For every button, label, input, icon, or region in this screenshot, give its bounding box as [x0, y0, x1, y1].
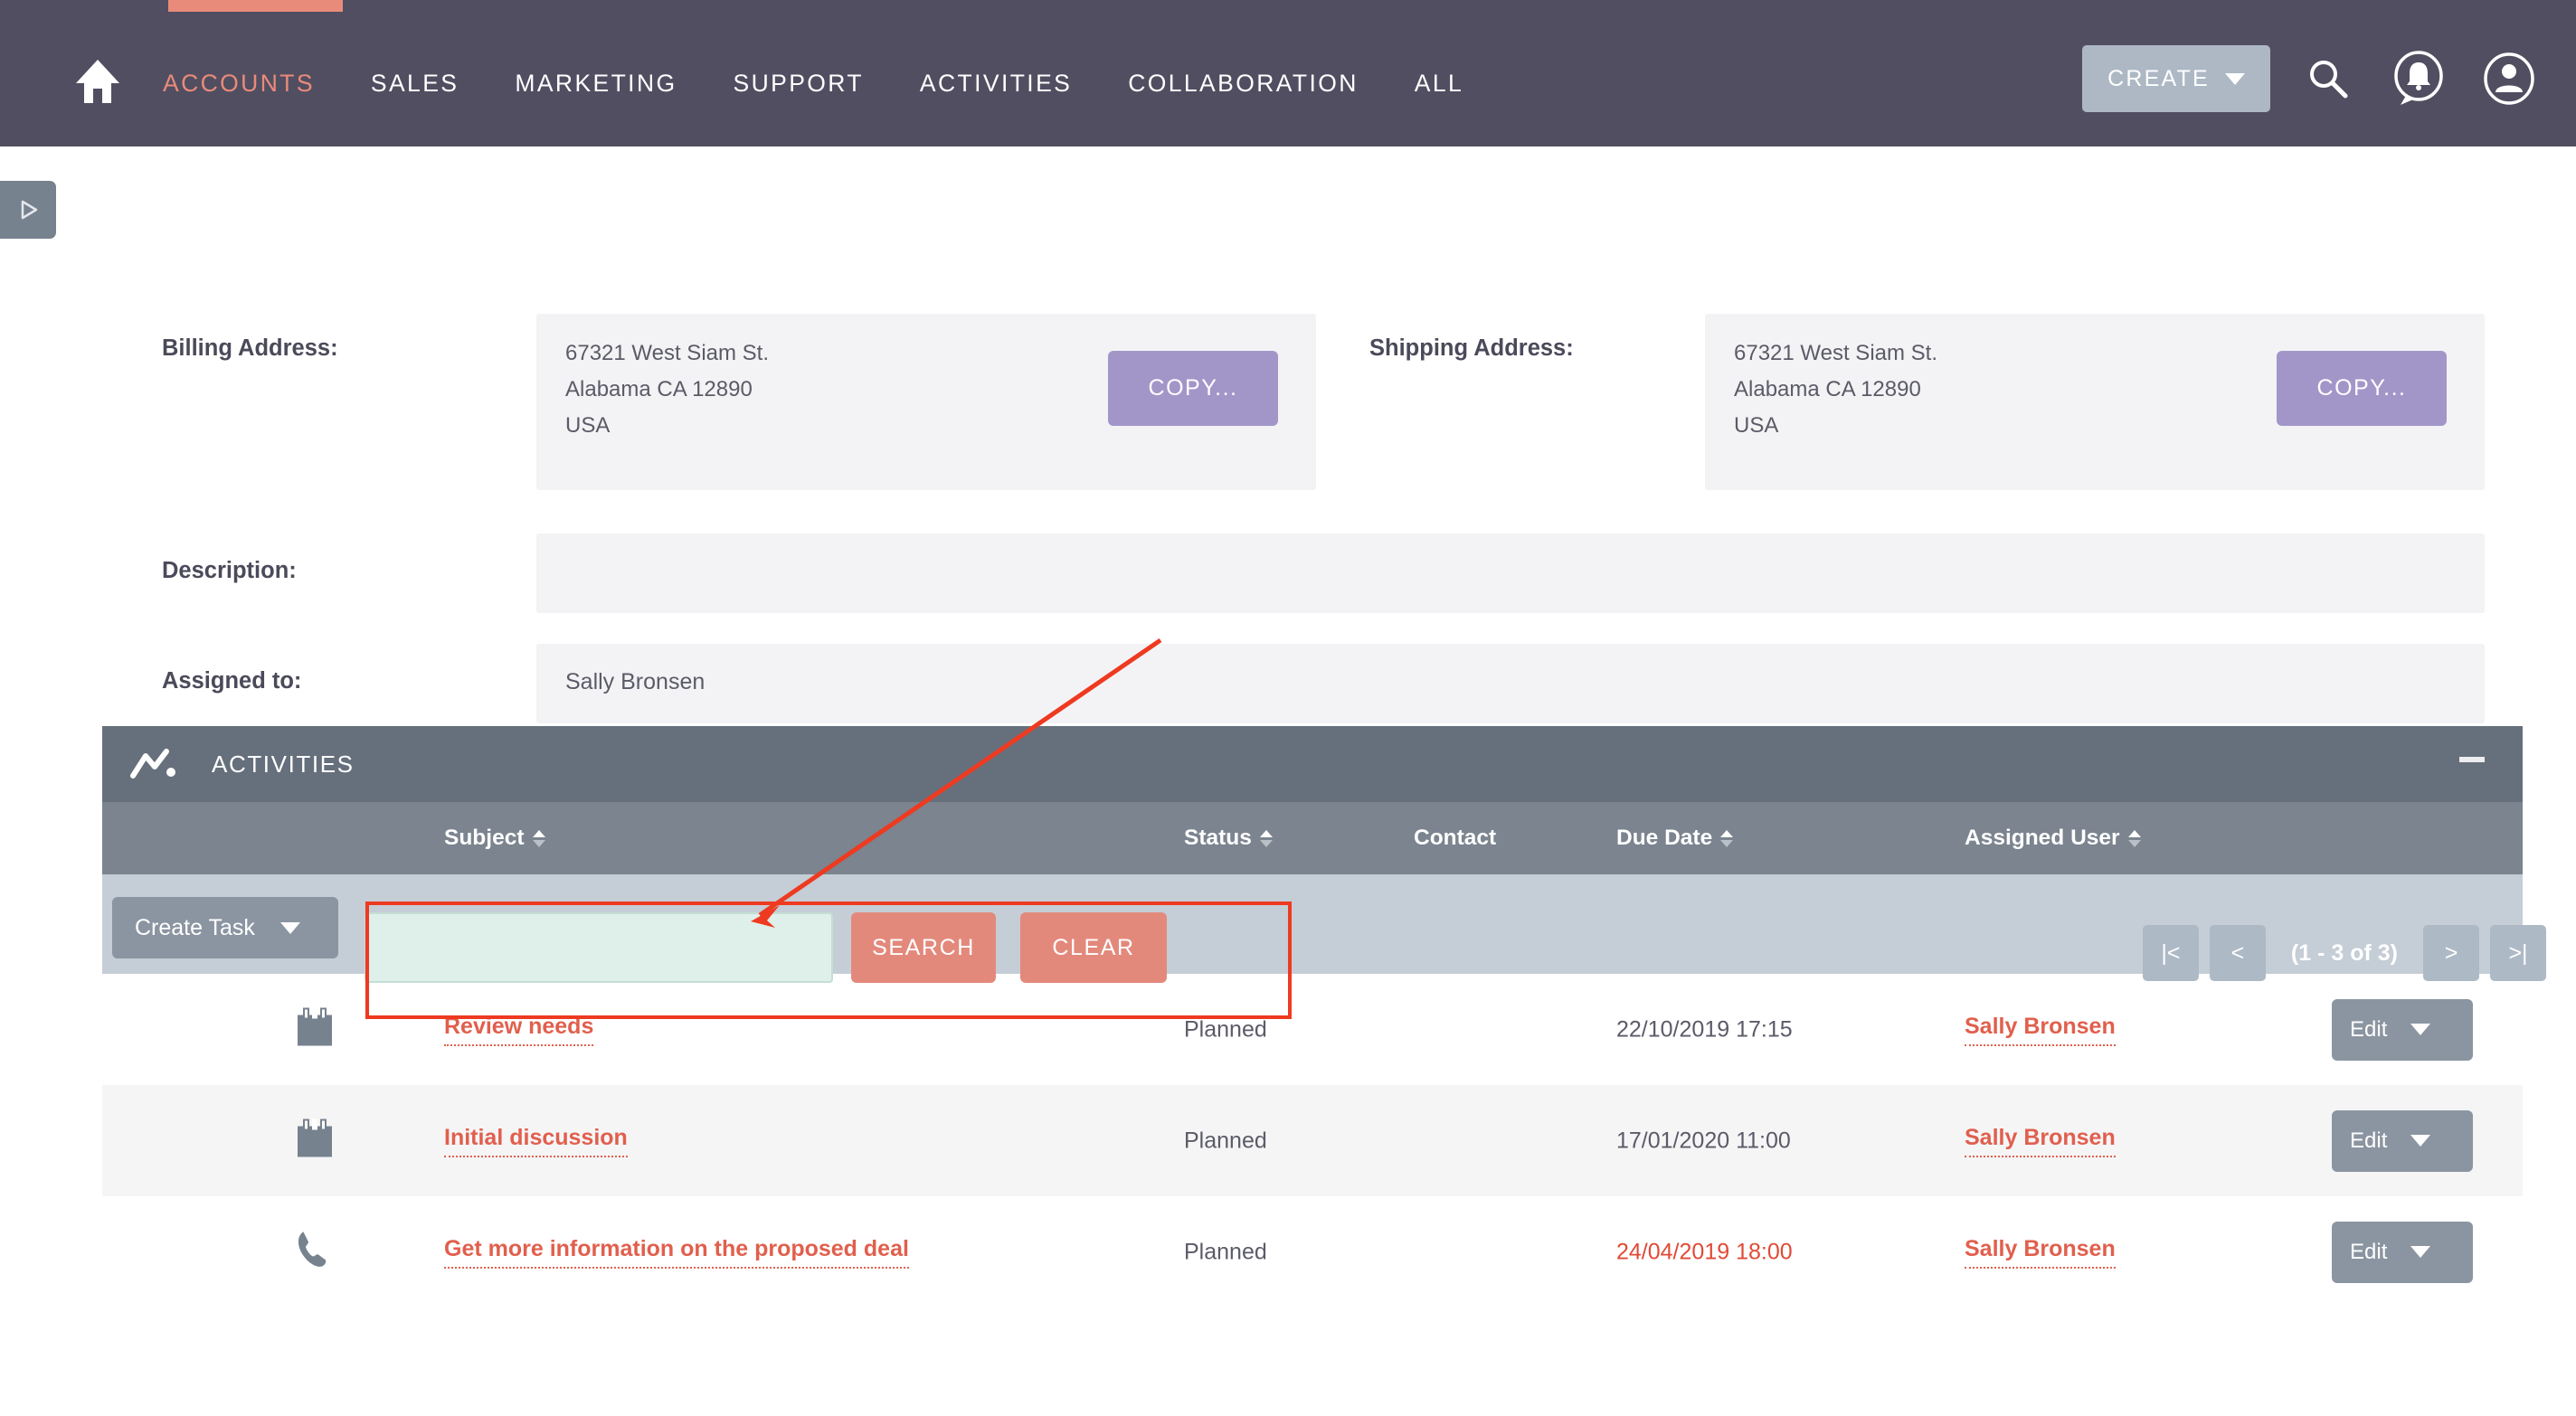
pagination-count: (1 - 3 of 3): [2290, 939, 2398, 966]
activity-assigned-user-link[interactable]: Sally Bronsen: [1965, 1125, 2116, 1157]
billing-copy-button[interactable]: COPY...: [1108, 351, 1278, 426]
chevron-down-icon: [2224, 72, 2245, 85]
activities-column-headers: Subject Status Contact Due Date Assigned…: [102, 802, 2523, 874]
table-row[interactable]: Initial discussion Planned 17/01/2020 11…: [102, 1085, 2523, 1196]
row-edit-button[interactable]: Edit: [2332, 1221, 2473, 1283]
billing-address-box: 67321 West Siam St. Alabama CA 12890 USA…: [536, 314, 1316, 490]
meeting-calendar-icon: [294, 1117, 336, 1165]
pagination-next-button[interactable]: >: [2423, 925, 2479, 981]
pagination-first-button[interactable]: |<: [2142, 925, 2199, 981]
activity-chart-icon: [130, 747, 175, 781]
column-label-due-date: Due Date: [1616, 826, 1713, 850]
chevron-down-icon: [2410, 1135, 2431, 1147]
chevron-down-icon: [2410, 1024, 2431, 1035]
sort-icon-status[interactable]: [1259, 829, 1273, 847]
activity-due-date: 22/10/2019 17:15: [1616, 1016, 1793, 1042]
create-button-label: CREATE: [2107, 65, 2210, 91]
user-account-icon[interactable]: [2477, 46, 2542, 111]
activity-status: Planned: [1184, 1239, 1267, 1264]
assigned-to-label: Assigned to:: [162, 668, 302, 694]
column-header-contact[interactable]: Contact: [1414, 826, 1496, 851]
nav-item-marketing[interactable]: MARKETING: [515, 70, 677, 98]
nav-item-support[interactable]: SUPPORT: [734, 70, 864, 98]
active-tab-indicator: [168, 0, 343, 12]
account-detail-panel: Billing Address: 67321 West Siam St. Ala…: [102, 146, 2485, 723]
create-button[interactable]: CREATE: [2082, 45, 2270, 112]
activity-subject-link[interactable]: Get more information on the proposed dea…: [444, 1236, 909, 1269]
shipping-address-line-3: USA: [1734, 413, 1779, 438]
shipping-address-line-1: 67321 West Siam St.: [1734, 341, 1937, 365]
activity-due-date: 17/01/2020 11:00: [1616, 1128, 1791, 1153]
column-label-subject: Subject: [444, 826, 525, 850]
row-edit-button[interactable]: Edit: [2332, 1109, 2473, 1172]
shipping-address-box: 67321 West Siam St. Alabama CA 12890 USA…: [1705, 314, 2485, 490]
column-header-due-date[interactable]: Due Date: [1616, 826, 1734, 851]
row-edit-button[interactable]: Edit: [2332, 998, 2473, 1061]
activities-panel-header: ACTIVITIES: [102, 726, 2523, 802]
nav-right-actions: CREATE: [2082, 45, 2542, 112]
activity-due-date: 24/04/2019 18:00: [1616, 1239, 1793, 1264]
pagination-prev-button[interactable]: <: [2209, 925, 2266, 981]
description-label: Description:: [162, 558, 297, 583]
shipping-address-line-2: Alabama CA 12890: [1734, 377, 1921, 401]
table-row[interactable]: Review needs Planned 22/10/2019 17:15 Sa…: [102, 974, 2523, 1085]
create-task-button[interactable]: Create Task: [112, 897, 338, 958]
sidebar-expand-toggle[interactable]: [0, 181, 56, 239]
billing-address-line-2: Alabama CA 12890: [565, 377, 753, 401]
row-edit-label: Edit: [2350, 1016, 2388, 1042]
chevron-down-icon: [279, 921, 300, 934]
activity-status: Planned: [1184, 1128, 1267, 1153]
column-label-contact: Contact: [1414, 826, 1497, 850]
create-task-label: Create Task: [135, 914, 255, 940]
column-label-assigned-user: Assigned User: [1965, 826, 2120, 850]
home-icon[interactable]: [72, 56, 123, 107]
nav-item-accounts[interactable]: ACCOUNTS: [163, 70, 315, 98]
sort-icon-due-date[interactable]: [1720, 829, 1734, 847]
activities-panel: ACTIVITIES Subject Status Contact Due Da…: [102, 726, 2523, 1384]
page-root: ACCOUNTS SALES MARKETING SUPPORT ACTIVIT…: [0, 0, 2576, 1416]
activity-status: Planned: [1184, 1016, 1267, 1042]
phone-call-icon: [294, 1228, 334, 1276]
minimize-icon[interactable]: [2459, 757, 2485, 762]
search-icon[interactable]: [2296, 46, 2361, 111]
column-header-status[interactable]: Status: [1184, 826, 1273, 851]
column-header-subject[interactable]: Subject: [444, 826, 545, 851]
activity-subject-link[interactable]: Initial discussion: [444, 1125, 628, 1157]
row-edit-label: Edit: [2350, 1239, 2388, 1264]
column-label-status: Status: [1184, 826, 1252, 850]
clear-button[interactable]: CLEAR: [1020, 912, 1167, 983]
column-header-assigned-user[interactable]: Assigned User: [1965, 826, 2141, 851]
pagination-last-button[interactable]: >|: [2490, 925, 2546, 981]
main-nav-links: ACCOUNTS SALES MARKETING SUPPORT ACTIVIT…: [163, 63, 1463, 103]
assigned-to-value: Sally Bronsen: [565, 669, 706, 694]
billing-address-label: Billing Address:: [162, 335, 338, 361]
nav-item-activities[interactable]: ACTIVITIES: [920, 70, 1072, 98]
top-navigation-bar: ACCOUNTS SALES MARKETING SUPPORT ACTIVIT…: [0, 0, 2576, 146]
shipping-address-label: Shipping Address:: [1369, 335, 1574, 361]
sort-icon-assigned-user[interactable]: [2127, 829, 2141, 847]
activity-assigned-user-link[interactable]: Sally Bronsen: [1965, 1014, 2116, 1046]
nav-item-all[interactable]: ALL: [1415, 70, 1463, 98]
sort-icon-subject[interactable]: [532, 829, 545, 847]
pagination-controls: |< < (1 - 3 of 3) > >|: [2137, 925, 2552, 981]
table-row[interactable]: Get more information on the proposed dea…: [102, 1196, 2523, 1307]
chevron-down-icon: [2410, 1246, 2431, 1258]
nav-item-collaboration[interactable]: COLLABORATION: [1128, 70, 1359, 98]
notifications-icon[interactable]: [2386, 46, 2451, 111]
description-field[interactable]: [536, 533, 2485, 613]
billing-address-line-3: USA: [565, 413, 611, 438]
billing-address-line-1: 67321 West Siam St.: [565, 341, 769, 365]
meeting-calendar-icon: [294, 1005, 336, 1053]
activity-subject-link[interactable]: Review needs: [444, 1014, 594, 1046]
assigned-to-field[interactable]: Sally Bronsen: [536, 644, 2485, 723]
activities-panel-title: ACTIVITIES: [212, 750, 355, 778]
nav-item-sales[interactable]: SALES: [371, 70, 459, 98]
row-edit-label: Edit: [2350, 1128, 2388, 1153]
search-input[interactable]: [365, 912, 833, 983]
shipping-copy-button[interactable]: COPY...: [2277, 351, 2447, 426]
activity-assigned-user-link[interactable]: Sally Bronsen: [1965, 1236, 2116, 1269]
search-button[interactable]: SEARCH: [851, 912, 996, 983]
